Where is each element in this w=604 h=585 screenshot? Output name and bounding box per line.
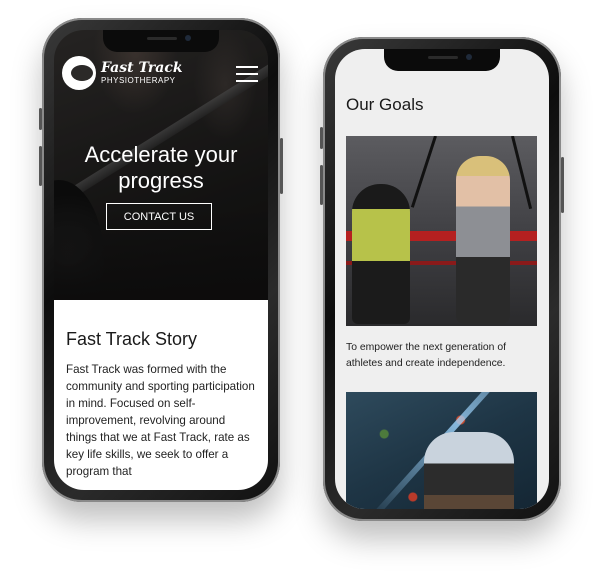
hero-title-line-2: progress bbox=[118, 168, 204, 193]
phone-button bbox=[39, 108, 42, 130]
story-heading: Fast Track Story bbox=[66, 329, 198, 349]
hero-title-line-1: Accelerate your bbox=[84, 142, 238, 167]
phone-button bbox=[320, 165, 323, 205]
story-section: Fast Track Story Fast Track was formed w… bbox=[54, 300, 268, 490]
training-image bbox=[346, 136, 537, 326]
logo-name: Fast Track bbox=[101, 60, 183, 76]
phone-mockup-right: Our Goals To empower the next generation… bbox=[320, 37, 564, 521]
phone-notch bbox=[103, 30, 219, 52]
climbing-image bbox=[346, 392, 537, 509]
goal-description: To empower the next generation of athlet… bbox=[346, 342, 506, 369]
phone-notch bbox=[384, 49, 500, 71]
story-body: Fast Track was formed with the community… bbox=[66, 363, 255, 478]
site-logo[interactable]: Fast Track PHYSIOTHERAPY bbox=[62, 56, 183, 90]
phone-screen: Our Goals To empower the next generation… bbox=[335, 49, 549, 509]
phone-mockup-left: Fast Track PHYSIOTHERAPY Accelerate your… bbox=[39, 18, 283, 502]
logo-subtitle: PHYSIOTHERAPY bbox=[101, 76, 176, 85]
phone-button bbox=[39, 146, 42, 186]
contact-us-button[interactable]: CONTACT US bbox=[106, 203, 212, 230]
phone-button bbox=[561, 157, 564, 213]
hero-section: Fast Track PHYSIOTHERAPY Accelerate your… bbox=[54, 30, 268, 300]
phone-screen: Fast Track PHYSIOTHERAPY Accelerate your… bbox=[54, 30, 268, 490]
hero-title: Accelerate your progress bbox=[54, 142, 268, 194]
phone-button bbox=[280, 138, 283, 194]
logo-icon bbox=[62, 56, 96, 90]
goals-heading: Our Goals bbox=[346, 95, 424, 114]
phone-button bbox=[320, 127, 323, 149]
hamburger-menu-icon[interactable] bbox=[236, 66, 258, 82]
